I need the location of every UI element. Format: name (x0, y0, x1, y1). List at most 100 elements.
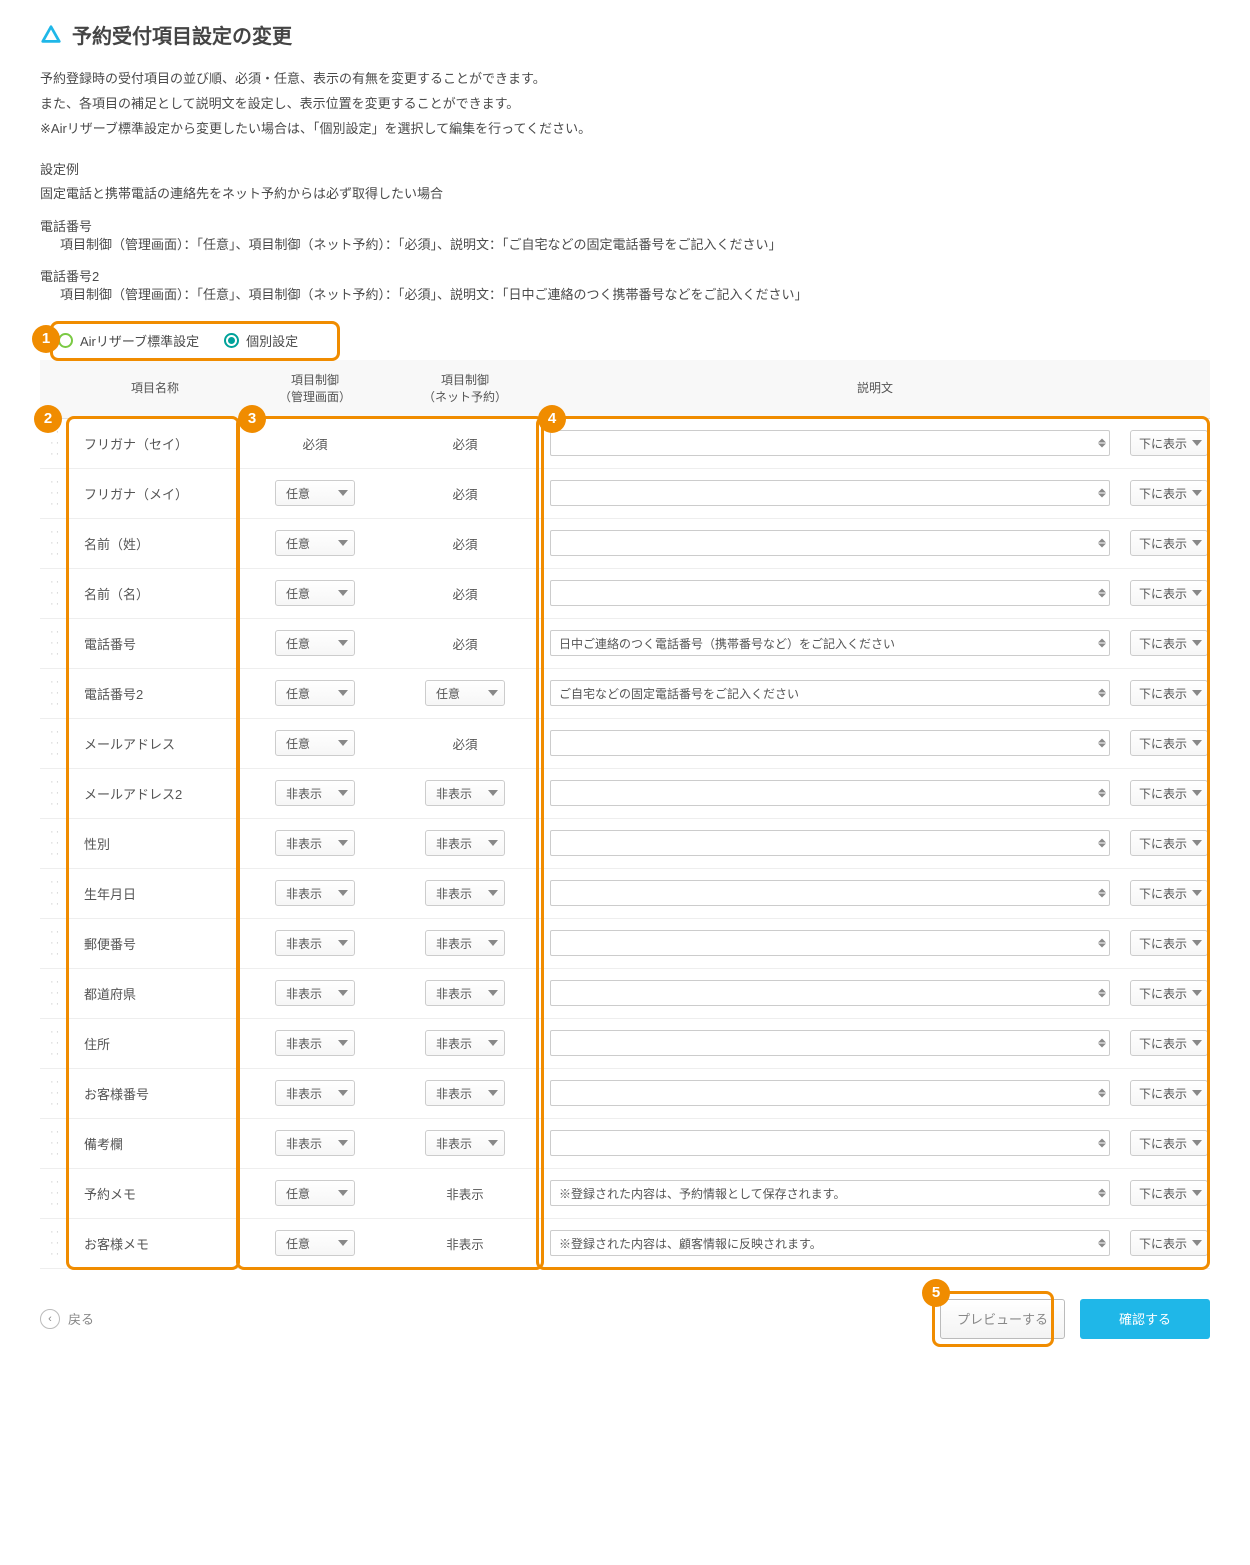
admin-control-select[interactable]: 任意 (275, 530, 355, 556)
position-select[interactable]: 下に表示 (1130, 730, 1208, 756)
spinner-icon (1098, 1239, 1106, 1248)
admin-control-select[interactable]: 任意 (275, 480, 355, 506)
table-row: 備考欄非表示非表示下に表示 (40, 1118, 1210, 1168)
description-input[interactable] (550, 930, 1110, 956)
setting-mode-radios: Airリザーブ標準設定 個別設定 (40, 321, 1210, 360)
description-text: ※登録された内容は、顧客情報に反映されます。 (559, 1235, 822, 1252)
position-select[interactable]: 下に表示 (1130, 580, 1208, 606)
position-select[interactable]: 下に表示 (1130, 680, 1208, 706)
description-input[interactable] (550, 1080, 1110, 1106)
description-input[interactable] (550, 880, 1110, 906)
net-control-select[interactable]: 非表示 (425, 780, 505, 806)
drag-handle-icon[interactable] (50, 827, 60, 860)
item-name: 名前（姓） (70, 518, 240, 568)
admin-control-select[interactable]: 非表示 (275, 1080, 355, 1106)
drag-handle-icon[interactable] (50, 1027, 60, 1060)
net-control-select[interactable]: 非表示 (425, 1130, 505, 1156)
admin-control-select[interactable]: 任意 (275, 730, 355, 756)
admin-control-select[interactable]: 非表示 (275, 830, 355, 856)
description-input[interactable] (550, 980, 1110, 1006)
position-select[interactable]: 下に表示 (1130, 480, 1208, 506)
drag-handle-icon[interactable] (50, 1177, 60, 1210)
admin-control-select[interactable]: 非表示 (275, 980, 355, 1006)
chevron-down-icon (488, 1090, 498, 1096)
admin-control-select[interactable]: 非表示 (275, 1130, 355, 1156)
drag-handle-icon[interactable] (50, 727, 60, 760)
spinner-icon (1098, 439, 1106, 448)
drag-handle-icon[interactable] (50, 577, 60, 610)
description-input[interactable] (550, 1130, 1110, 1156)
page-title: 予約受付項目設定の変更 (72, 20, 292, 49)
item-name: フリガナ（セイ） (70, 418, 240, 468)
net-control-static: 必須 (452, 584, 477, 603)
admin-control-select[interactable]: 任意 (275, 680, 355, 706)
chevron-down-icon (338, 640, 348, 646)
admin-control-select[interactable]: 非表示 (275, 1030, 355, 1056)
description-input[interactable] (550, 830, 1110, 856)
item-name: 郵便番号 (70, 918, 240, 968)
admin-control-select[interactable]: 任意 (275, 1180, 355, 1206)
position-select[interactable]: 下に表示 (1130, 1080, 1208, 1106)
position-select[interactable]: 下に表示 (1130, 880, 1208, 906)
drag-handle-icon[interactable] (50, 477, 60, 510)
description-input[interactable] (550, 480, 1110, 506)
net-control-select[interactable]: 非表示 (425, 980, 505, 1006)
drag-handle-icon[interactable] (50, 927, 60, 960)
drag-handle-icon[interactable] (50, 1227, 60, 1260)
drag-handle-icon[interactable] (50, 527, 60, 560)
th-name: 項目名称 (70, 360, 240, 418)
admin-control-select[interactable]: 非表示 (275, 930, 355, 956)
chevron-down-icon (488, 1040, 498, 1046)
drag-handle-icon[interactable] (50, 627, 60, 660)
radio-custom[interactable]: 個別設定 (224, 331, 298, 350)
description-input[interactable] (550, 1030, 1110, 1056)
admin-control-select[interactable]: 非表示 (275, 780, 355, 806)
drag-handle-icon[interactable] (50, 977, 60, 1010)
net-control-select[interactable]: 非表示 (425, 1080, 505, 1106)
chevron-down-icon (488, 990, 498, 996)
description-input[interactable] (550, 430, 1110, 456)
description-input[interactable]: 日中ご連絡のつく電話番号（携帯番号など）をご記入ください (550, 630, 1110, 656)
admin-control-select[interactable]: 任意 (275, 1230, 355, 1256)
net-control-select[interactable]: 非表示 (425, 880, 505, 906)
net-control-select[interactable]: 非表示 (425, 930, 505, 956)
admin-control-select[interactable]: 任意 (275, 630, 355, 656)
table-row: 生年月日非表示非表示下に表示 (40, 868, 1210, 918)
description-input[interactable] (550, 780, 1110, 806)
description-input[interactable] (550, 730, 1110, 756)
position-select[interactable]: 下に表示 (1130, 630, 1208, 656)
description-input[interactable]: ※登録された内容は、予約情報として保存されます。 (550, 1180, 1110, 1206)
phone-title: 電話番号2 (40, 266, 1210, 285)
position-select[interactable]: 下に表示 (1130, 530, 1208, 556)
chevron-down-icon (1192, 440, 1202, 446)
preview-button[interactable]: プレビューする (940, 1299, 1065, 1339)
drag-handle-icon[interactable] (50, 777, 60, 810)
net-control-select[interactable]: 非表示 (425, 1030, 505, 1056)
spinner-icon (1098, 1089, 1106, 1098)
description-input[interactable] (550, 580, 1110, 606)
net-control-select[interactable]: 任意 (425, 680, 505, 706)
confirm-button[interactable]: 確認する (1080, 1299, 1210, 1339)
position-select[interactable]: 下に表示 (1130, 930, 1208, 956)
position-select[interactable]: 下に表示 (1130, 430, 1208, 456)
description-input[interactable]: ※登録された内容は、顧客情報に反映されます。 (550, 1230, 1110, 1256)
admin-control-select[interactable]: 非表示 (275, 880, 355, 906)
drag-handle-icon[interactable] (50, 1077, 60, 1110)
position-select[interactable]: 下に表示 (1130, 980, 1208, 1006)
position-select[interactable]: 下に表示 (1130, 1130, 1208, 1156)
position-select[interactable]: 下に表示 (1130, 830, 1208, 856)
position-select[interactable]: 下に表示 (1130, 1230, 1208, 1256)
drag-handle-icon[interactable] (50, 877, 60, 910)
drag-handle-icon[interactable] (50, 1127, 60, 1160)
description-input[interactable]: ご自宅などの固定電話番号をご記入ください (550, 680, 1110, 706)
net-control-static: 必須 (452, 634, 477, 653)
radio-standard[interactable]: Airリザーブ標準設定 (58, 331, 199, 350)
admin-control-select[interactable]: 任意 (275, 580, 355, 606)
drag-handle-icon[interactable] (50, 677, 60, 710)
net-control-select[interactable]: 非表示 (425, 830, 505, 856)
position-select[interactable]: 下に表示 (1130, 780, 1208, 806)
position-select[interactable]: 下に表示 (1130, 1180, 1208, 1206)
back-link[interactable]: ‹ 戻る (40, 1309, 94, 1329)
description-input[interactable] (550, 530, 1110, 556)
position-select[interactable]: 下に表示 (1130, 1030, 1208, 1056)
